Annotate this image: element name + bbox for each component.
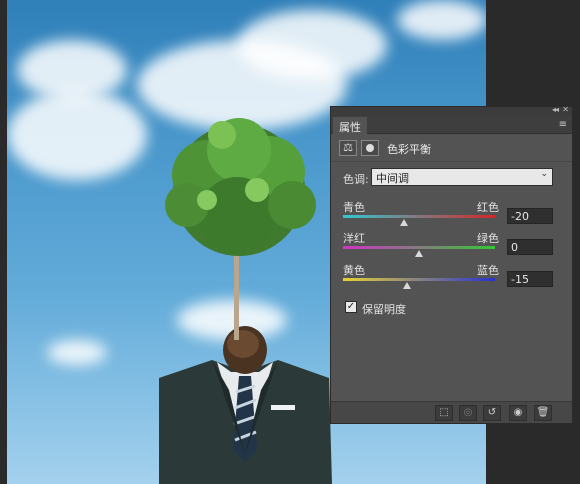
adjustment-header: ⚖ 色彩平衡 <box>331 134 572 162</box>
tone-dropdown[interactable]: 中间调 ⌄ <box>371 168 553 186</box>
slider-thumb[interactable] <box>415 250 423 257</box>
panel-tabbar: 属性 ≡ <box>331 116 572 134</box>
slider-track[interactable] <box>343 278 495 281</box>
workspace-left-strip <box>0 0 7 484</box>
properties-panel: ◂◂ ✕ 属性 ≡ ⚖ 色彩平衡 色调: 中间调 ⌄ 青色 红色 -20 洋红 … <box>330 105 574 424</box>
slider-thumb[interactable] <box>402 282 411 289</box>
mask-icon[interactable] <box>361 140 379 156</box>
panel-menu-icon[interactable]: ≡ <box>559 119 567 130</box>
trash-icon[interactable]: 🗑 <box>534 405 552 421</box>
view-previous-icon[interactable]: ◎ <box>459 405 477 421</box>
chevron-down-icon: ⌄ <box>540 169 548 179</box>
balance-icon[interactable]: ⚖ <box>339 140 357 156</box>
slider-left-label: 青色 <box>343 201 365 214</box>
slider-track[interactable] <box>343 215 495 218</box>
panel-title-strip: ◂◂ ✕ <box>331 105 572 116</box>
slider-left-label: 黄色 <box>343 264 365 277</box>
slider-thumb[interactable] <box>399 219 408 226</box>
clip-to-layer-icon[interactable]: ⬚ <box>435 405 453 421</box>
slider-value-input[interactable]: -20 <box>507 208 553 224</box>
slider-left-label: 洋红 <box>343 232 365 245</box>
slider-row-yellow-blue: 黄色 蓝色 -15 <box>331 262 574 296</box>
tone-value: 中间调 <box>376 172 409 185</box>
tab-properties[interactable]: 属性 <box>333 117 367 134</box>
panel-bottom-bar: ⬚ ◎ ↺ ◉ 🗑 <box>331 401 572 423</box>
slider-row-cyan-red: 青色 红色 -20 <box>331 199 574 233</box>
adjustment-title: 色彩平衡 <box>387 143 431 156</box>
slider-row-magenta-green: 洋红 绿色 0 <box>331 230 574 264</box>
slider-value-input[interactable]: 0 <box>507 239 553 255</box>
slider-right-label: 红色 <box>477 201 499 214</box>
close-panel-icon[interactable]: ✕ <box>562 105 569 114</box>
slider-track[interactable] <box>343 246 495 249</box>
slider-right-label: 蓝色 <box>477 264 499 277</box>
slider-value-input[interactable]: -15 <box>507 271 553 287</box>
tone-label: 色调: <box>343 173 369 186</box>
preserve-luminosity-label: 保留明度 <box>362 303 406 316</box>
reset-icon[interactable]: ↺ <box>483 405 501 421</box>
slider-right-label: 绿色 <box>477 232 499 245</box>
visibility-icon[interactable]: ◉ <box>509 405 527 421</box>
collapse-panel-icon[interactable]: ◂◂ <box>552 105 559 114</box>
preserve-luminosity-checkbox[interactable]: ✓ <box>345 301 357 313</box>
